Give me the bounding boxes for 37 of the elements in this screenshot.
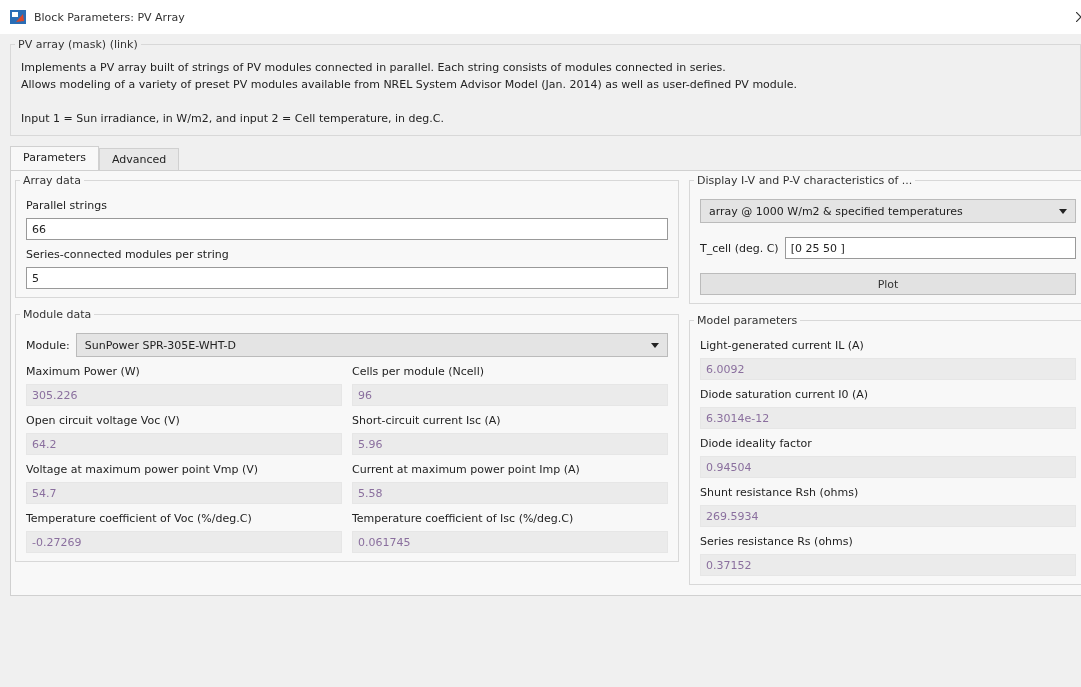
- tab[interactable]: Advanced: [98, 148, 180, 170]
- caret-icon: [651, 342, 659, 348]
- panel-title: Model parameters: [696, 314, 799, 327]
- field-label: Shunt resistance Rsh (ohms): [700, 486, 860, 499]
- input-note: Input 1 = Sun irradiance, in W/m2, and input 2 = Cell temperature, in deg.C.: [21, 111, 445, 127]
- panel-title: Display I-V and P-V characteristics of ...: [696, 174, 914, 187]
- field-label: Diode ideality factor: [700, 437, 813, 450]
- field-label: Series resistance Rs (ohms): [700, 535, 854, 548]
- field-label: Cells per module (Ncell): [352, 365, 486, 378]
- field-label: Parallel strings: [26, 199, 108, 212]
- field-label: Diode saturation current I0 (A): [700, 388, 870, 401]
- panel-title: Module data: [22, 308, 93, 321]
- module-label: Module:: [26, 338, 70, 352]
- plot-button[interactable]: Plot: [700, 273, 1076, 295]
- caret-icon: [1059, 208, 1067, 214]
- tcell-label: T_cell (deg. C): [700, 241, 779, 255]
- field-label: Voltage at maximum power point Vmp (V): [26, 463, 260, 476]
- tcell-field[interactable]: [0 25 50 ]: [784, 237, 1076, 259]
- module-dropdown[interactable]: SunPower SPR-305E-WHT-D: [75, 333, 668, 357]
- field-label: Open circuit voltage Voc (V): [26, 414, 181, 427]
- close-icon[interactable]: [1076, 12, 1081, 22]
- field-label: Current at maximum power point Imp (A): [352, 463, 581, 476]
- window-title: Block Parameters: PV Array: [34, 10, 185, 24]
- field-label: Series-connected modules per string: [26, 248, 230, 261]
- display-dropdown[interactable]: array @ 1000 W/m2 & specified temperatures: [700, 199, 1076, 223]
- field-label: Light-generated current IL (A): [700, 339, 865, 352]
- field-label: Temperature coefficient of Voc (%/deg.C): [26, 512, 253, 525]
- field-label: Maximum Power (W): [26, 365, 141, 378]
- panel-title: Array data: [22, 174, 82, 187]
- field-label: Temperature coefficient of Isc (%/deg.C): [352, 512, 575, 525]
- panel-title: PV array (mask) (link): [17, 38, 139, 51]
- input-field[interactable]: 66: [26, 218, 668, 240]
- description-text: Implements a PV array built of strings of PV modules connected in parallel. Each string consists of modules connected in series. Allows modeling of a variety of preset PV modules available from NREL System Advisor Model (Jan. 2014) as well as user-defined PV module.: [21, 60, 799, 93]
- tab[interactable]: Parameters: [10, 146, 99, 170]
- input-field[interactable]: 5: [26, 267, 668, 289]
- app-icon: [10, 10, 26, 24]
- field-label: Short-circuit current Isc (A): [352, 414, 502, 427]
